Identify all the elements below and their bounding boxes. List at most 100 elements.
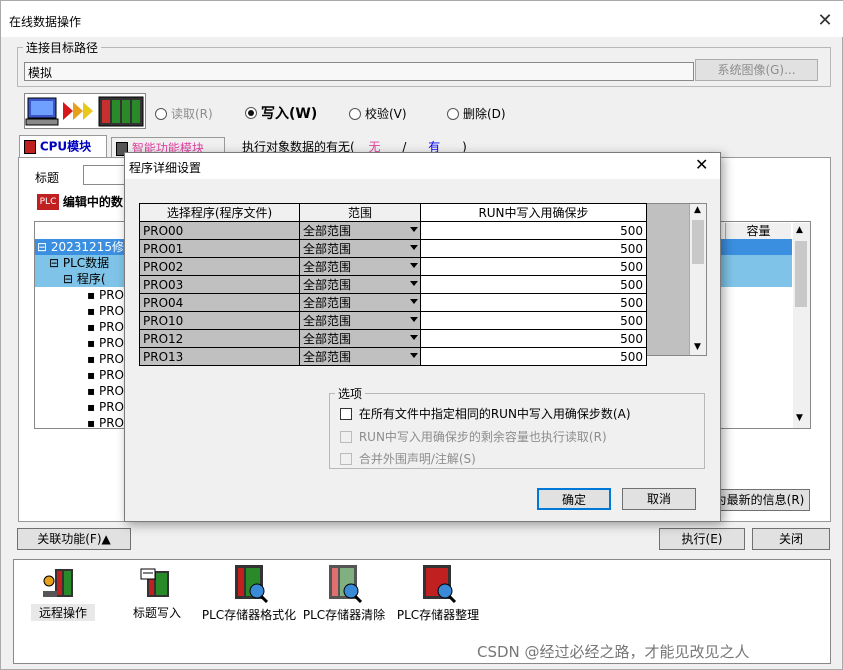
program-row[interactable]: PRO13 全部范围 500	[139, 347, 647, 366]
grid-vertical-scrollbar[interactable]: ▲ ▼	[689, 204, 706, 355]
tree-row-pro[interactable]: ▪ PRO	[35, 367, 124, 383]
option-merge-comments[interactable]: 合并外围声明/注解(S)	[340, 450, 476, 467]
tree-row-pro[interactable]: ▪ PRO	[35, 319, 124, 335]
program-detail-dialog: 程序详细设置 ✕ 选择程序(程序文件) 范围 RUN中写入用确保步 PRO00 全…	[124, 152, 721, 522]
tree-row-pro[interactable]: ▪ PRO	[35, 303, 124, 319]
tree-row-pro[interactable]: ▪ PRO	[35, 287, 124, 303]
run-write-steps-cell[interactable]: 500	[420, 311, 647, 330]
grid-scroll-down-icon[interactable]: ▼	[694, 342, 701, 352]
remote-operation-icon	[43, 569, 73, 597]
plc-memory-clear-icon	[329, 565, 363, 604]
scroll-up-icon[interactable]: ▲	[796, 225, 803, 235]
dropdown-arrow-icon[interactable]	[410, 317, 418, 322]
tool-plc-memory-arrange[interactable]: PLC存储器整理	[395, 563, 481, 623]
tool-plc-memory-format-label: PLC存储器格式化	[201, 608, 297, 622]
dropdown-arrow-icon[interactable]	[410, 335, 418, 340]
scroll-thumb[interactable]	[795, 241, 807, 307]
program-row[interactable]: PRO02 全部范围 500	[139, 257, 647, 276]
dropdown-arrow-icon[interactable]	[410, 353, 418, 358]
program-row[interactable]: PRO04 全部范围 500	[139, 293, 647, 312]
program-row[interactable]: PRO03 全部范围 500	[139, 275, 647, 294]
radio-write[interactable]: 写入(W)	[245, 103, 317, 123]
program-row[interactable]: PRO01 全部范围 500	[139, 239, 647, 258]
program-name-cell[interactable]: PRO13	[139, 347, 300, 366]
grid-scroll-up-icon[interactable]: ▲	[694, 205, 701, 215]
option-same-steps-checkbox[interactable]	[340, 407, 352, 420]
run-write-steps-cell[interactable]: 500	[420, 347, 647, 366]
tree-row-pro[interactable]: ▪ PRO	[35, 399, 124, 415]
program-row[interactable]: PRO12 全部范围 500	[139, 329, 647, 348]
system-image-button[interactable]: 系统图像(G)...	[695, 59, 818, 81]
radio-write-label: 写入(W)	[261, 106, 318, 122]
tree-row-pro[interactable]: ▪ PRO	[35, 383, 124, 399]
radio-delete-indicator[interactable]	[447, 107, 459, 120]
program-row[interactable]: PRO10 全部范围 500	[139, 311, 647, 330]
radio-delete[interactable]: 删除(D)	[447, 105, 506, 122]
tree-row-label: PRO	[98, 320, 124, 334]
radio-verify[interactable]: 校验(V)	[349, 105, 407, 122]
tool-plc-memory-clear[interactable]: PLC存储器清除	[301, 563, 387, 623]
range-select-cell[interactable]: 全部范围	[299, 293, 421, 312]
range-select-cell[interactable]: 全部范围	[299, 275, 421, 294]
range-select-cell[interactable]: 全部范围	[299, 329, 421, 348]
dialog-close-icon[interactable]: ✕	[695, 155, 708, 174]
program-name-cell[interactable]: PRO01	[139, 239, 300, 258]
option-read-remaining[interactable]: RUN中写入用确保步的剩余容量也执行读取(R)	[340, 428, 607, 445]
tree-row-pro[interactable]: ▪ PRO	[35, 335, 124, 351]
option-merge-comments-checkbox[interactable]	[340, 452, 352, 465]
tree-row-pro[interactable]: ▪ PRO	[35, 415, 124, 428]
related-functions-button[interactable]: 关联功能(F)▲	[17, 528, 131, 550]
program-name-cell[interactable]: PRO03	[139, 275, 300, 294]
run-write-steps-cell[interactable]: 500	[420, 239, 647, 258]
run-write-steps-cell[interactable]: 500	[420, 221, 647, 240]
dropdown-arrow-icon[interactable]	[410, 227, 418, 232]
program-row[interactable]: PRO00 全部范围 500	[139, 221, 647, 240]
range-select-cell[interactable]: 全部范围	[299, 347, 421, 366]
range-select-cell[interactable]: 全部范围	[299, 311, 421, 330]
ok-button[interactable]: 确定	[537, 488, 611, 510]
title-input[interactable]	[83, 165, 127, 185]
range-select-cell[interactable]: 全部范围	[299, 239, 421, 258]
tree-row-pro[interactable]: ▪ PRO	[35, 351, 124, 367]
tool-remote-operation[interactable]: 远程操作	[31, 567, 95, 621]
program-name-cell[interactable]: PRO02	[139, 257, 300, 276]
range-select-cell[interactable]: 全部范围	[299, 221, 421, 240]
run-write-steps-cell[interactable]: 500	[420, 275, 647, 294]
window-title-bar: 在线数据操作 ✕	[1, 1, 843, 37]
dropdown-arrow-icon[interactable]	[410, 245, 418, 250]
program-name-cell[interactable]: PRO00	[139, 221, 300, 240]
option-read-remaining-label: RUN中写入用确保步的剩余容量也执行读取(R)	[358, 430, 607, 444]
connection-path-field: 模拟	[24, 62, 694, 81]
program-name-cell[interactable]: PRO04	[139, 293, 300, 312]
tree-vertical-scrollbar[interactable]: ▲ ▼	[793, 223, 810, 428]
tool-plc-memory-format[interactable]: PLC存储器格式化	[201, 563, 297, 623]
radio-read[interactable]: 读取(R)	[155, 105, 213, 122]
execute-button[interactable]: 执行(E)	[659, 528, 745, 550]
range-select-cell[interactable]: 全部范围	[299, 257, 421, 276]
radio-delete-label: 删除(D)	[463, 107, 506, 121]
program-name-cell[interactable]: PRO10	[139, 311, 300, 330]
radio-read-indicator[interactable]	[155, 107, 167, 120]
program-name-cell[interactable]: PRO12	[139, 329, 300, 348]
update-latest-info-button[interactable]: 为最新的信息(R)	[709, 489, 810, 511]
run-write-steps-cell[interactable]: 500	[420, 257, 647, 276]
window-close-icon[interactable]: ✕	[813, 9, 837, 33]
close-button[interactable]: 关闭	[752, 528, 830, 550]
dropdown-arrow-icon[interactable]	[410, 299, 418, 304]
run-write-steps-cell[interactable]: 500	[420, 329, 647, 348]
dropdown-arrow-icon[interactable]	[410, 281, 418, 286]
tab-cpu-module[interactable]: CPU模块	[19, 135, 107, 159]
radio-verify-indicator[interactable]	[349, 107, 361, 120]
radio-write-indicator[interactable]	[245, 107, 257, 119]
col-header-range: 范围	[299, 203, 421, 222]
cancel-button[interactable]: 取消	[622, 488, 696, 510]
tool-title-write[interactable]: 标题写入	[125, 567, 189, 621]
option-merge-comments-label: 合并外围声明/注解(S)	[358, 452, 476, 466]
grid-scroll-thumb[interactable]	[692, 220, 704, 264]
tool-plc-memory-clear-label: PLC存储器清除	[302, 608, 386, 622]
run-write-steps-cell[interactable]: 500	[420, 293, 647, 312]
scroll-down-icon[interactable]: ▼	[796, 413, 803, 423]
option-same-steps[interactable]: 在所有文件中指定相同的RUN中写入用确保步数(A)	[340, 405, 631, 422]
option-read-remaining-checkbox[interactable]	[340, 430, 352, 443]
dropdown-arrow-icon[interactable]	[410, 263, 418, 268]
